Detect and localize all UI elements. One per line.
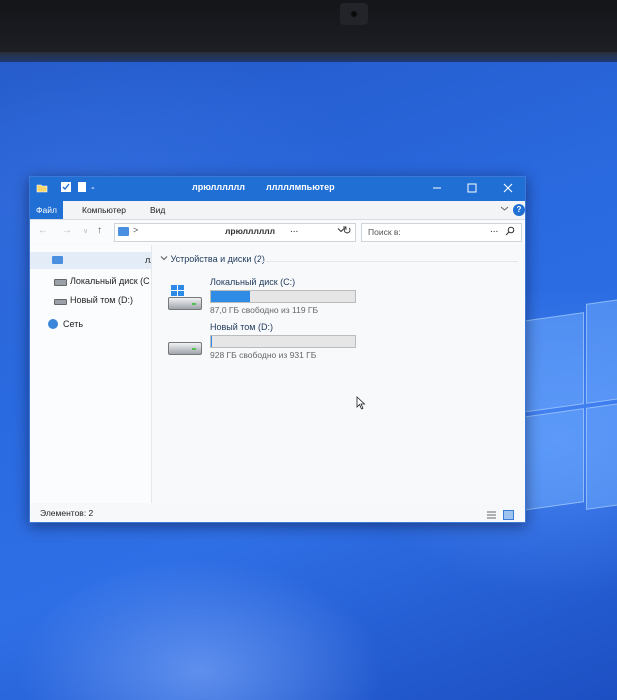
up-arrow-icon[interactable]: ↑ <box>97 225 102 236</box>
item-count: Элементов: 2 <box>40 508 94 518</box>
drive-icon <box>168 330 202 356</box>
drive-usage-bar <box>210 335 356 348</box>
help-button[interactable]: ? <box>513 204 525 216</box>
windows-drive-icon <box>168 285 202 311</box>
details-view-icon[interactable] <box>486 507 497 519</box>
search-input[interactable]: Поиск в: ... <box>361 223 522 242</box>
nav-item-local-disk-c[interactable]: Локальный диск (С <box>30 273 151 290</box>
nav-item-new-volume-d[interactable]: Новый том (D:) <box>30 292 151 309</box>
refresh-icon[interactable]: ↻ <box>340 224 354 238</box>
content-pane[interactable]: Устройства и диски (2) Локальный диск (C… <box>152 245 524 503</box>
nav-item-label: лл <box>145 255 151 265</box>
address-ellipsis: ... <box>290 224 299 235</box>
drive-icon <box>54 299 67 305</box>
drive-name: Локальный диск (C:) <box>210 277 296 287</box>
title-bar[interactable]: - лрюлллллл лллллмпьютер <box>30 177 525 201</box>
window-title-part2: лллллмпьютер <box>266 182 335 192</box>
nav-item-label: Локальный диск (С <box>70 276 150 286</box>
computer-icon <box>118 227 129 236</box>
network-icon <box>48 319 58 329</box>
new-folder-icon[interactable] <box>76 181 88 195</box>
chevron-down-icon <box>160 256 168 261</box>
drive-item-c[interactable]: Локальный диск (C:) 87,0 ГБ свободно из … <box>168 277 368 317</box>
drive-free-space: 87,0 ГБ свободно из 119 ГБ <box>210 305 319 315</box>
large-icons-view-icon[interactable] <box>503 507 514 520</box>
windows-wallpaper-logo <box>520 294 617 521</box>
address-separator[interactable]: > <box>133 225 138 235</box>
search-icon[interactable] <box>505 226 515 239</box>
status-bar: Элементов: 2 <box>30 503 525 522</box>
group-header[interactable]: Устройства и диски (2) <box>160 254 265 264</box>
explorer-window: - лрюлллллл лллллмпьютер Файл Компьютер … <box>29 176 526 523</box>
nav-item-label: Сеть <box>63 319 84 329</box>
group-header-label: Устройства и диски (2) <box>170 254 265 264</box>
address-text: лрюлллллл <box>225 226 276 236</box>
tab-file[interactable]: Файл <box>30 201 63 219</box>
nav-item-network[interactable]: Сеть <box>30 316 151 333</box>
nav-item-this-pc[interactable]: лл <box>30 252 151 269</box>
group-divider <box>260 261 518 262</box>
ribbon: Файл Компьютер Вид ? <box>30 201 525 220</box>
drive-usage-bar <box>210 290 356 303</box>
webcam <box>340 3 368 25</box>
tab-view[interactable]: Вид <box>144 201 171 219</box>
drive-usage-fill <box>211 291 250 302</box>
drive-item-d[interactable]: Новый том (D:) 928 ГБ свободно из 931 ГБ <box>168 322 368 362</box>
computer-icon <box>52 256 63 264</box>
window-title-part1: лрюлллллл <box>192 182 245 192</box>
search-placeholder: Поиск в: <box>368 227 401 237</box>
drive-free-space: 928 ГБ свободно из 931 ГБ <box>210 350 317 360</box>
back-arrow-icon[interactable]: ← <box>38 225 48 236</box>
tab-computer[interactable]: Компьютер <box>76 201 132 219</box>
nav-item-label: Новый том (D:) <box>70 295 133 305</box>
close-button[interactable] <box>491 177 525 201</box>
maximize-button[interactable] <box>455 177 489 201</box>
forward-arrow-icon[interactable]: → <box>62 225 72 236</box>
search-ellipsis: ... <box>490 224 499 235</box>
address-bar[interactable]: > лрюлллллл ... <box>114 223 356 242</box>
ribbon-expand-icon[interactable] <box>500 204 509 215</box>
minimize-button[interactable] <box>420 177 454 201</box>
folder-icon <box>35 181 49 195</box>
drive-icon <box>54 279 67 286</box>
recent-locations-icon[interactable]: ∨ <box>83 227 88 235</box>
navigation-pane[interactable]: лл Локальный диск (С Новый том (D:) Сеть <box>30 245 152 503</box>
drive-name: Новый том (D:) <box>210 322 273 332</box>
navigation-bar: ← → ∨ ↑ > лрюлллллл ... ↻ Поиск в: ... <box>30 220 525 244</box>
properties-icon[interactable] <box>60 181 72 195</box>
quick-access-dropdown[interactable]: - <box>91 181 95 195</box>
